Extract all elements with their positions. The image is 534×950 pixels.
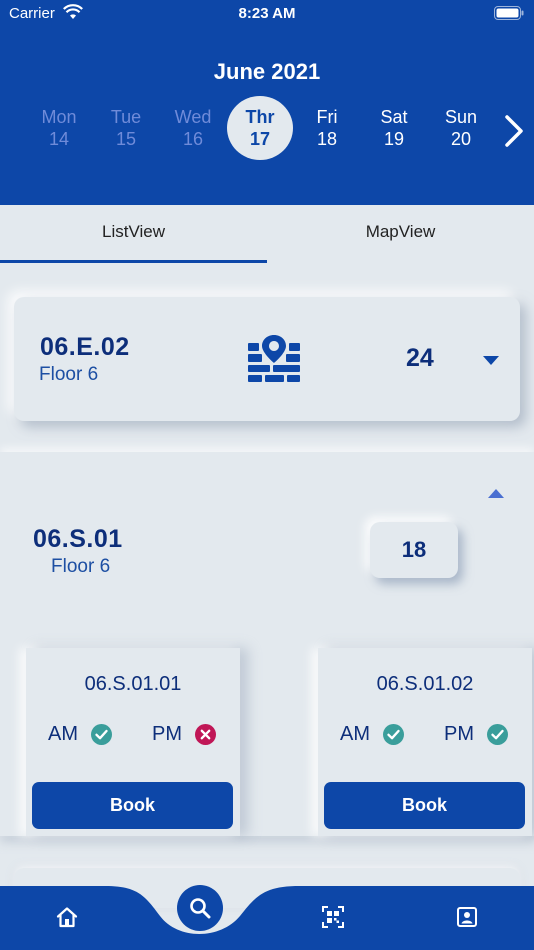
day-name: Tue <box>110 107 142 127</box>
day-date: 20 <box>450 129 472 149</box>
day-name: Mon <box>41 107 77 127</box>
desk-name: 06.S.01.01 <box>84 673 182 695</box>
desk-card: 06.S.01.02 AM PM Book <box>318 648 532 836</box>
day-name: Fri <box>316 107 338 127</box>
battery-icon <box>494 6 524 20</box>
home-icon[interactable] <box>56 906 78 928</box>
header: Carrier 8:23 AM June 2021 Mon 14 Tue 15 … <box>0 0 534 205</box>
day-date: 18 <box>316 129 338 149</box>
room-code: 06.S.01 <box>33 525 123 553</box>
book-button[interactable]: Book <box>32 782 233 829</box>
caret-down-icon[interactable] <box>482 354 500 366</box>
day-fri[interactable]: Fri 18 <box>294 96 360 160</box>
day-date: 16 <box>182 129 204 149</box>
day-date: 17 <box>249 129 271 149</box>
room-card[interactable]: 06.E.02 Floor 6 24 <box>14 297 520 421</box>
day-sat[interactable]: Sat 19 <box>361 96 427 160</box>
profile-icon[interactable] <box>456 906 478 928</box>
day-mon[interactable]: Mon 14 <box>26 96 92 160</box>
chevron-right-icon[interactable] <box>501 113 527 149</box>
tab-mapview[interactable]: MapView <box>267 205 534 263</box>
floor-plan-icon[interactable] <box>246 333 302 383</box>
day-name: Sat <box>380 107 408 127</box>
desk-card: 06.S.01.01 AM PM Book <box>26 648 240 836</box>
book-button[interactable]: Book <box>324 782 525 829</box>
room-desk-count: 18 <box>370 522 458 578</box>
view-tabs: ListView MapView <box>0 205 534 265</box>
desk-name: 06.S.01.02 <box>376 673 474 695</box>
nav-bar-background <box>0 886 534 950</box>
day-name: Wed <box>174 107 212 127</box>
day-date: 15 <box>115 129 137 149</box>
day-thu-selected[interactable]: Thr 17 <box>227 96 293 160</box>
x-circle-icon <box>195 724 216 745</box>
am-label: AM <box>340 723 370 745</box>
status-bar: Carrier 8:23 AM <box>0 0 534 28</box>
check-circle-icon <box>383 724 404 745</box>
check-circle-icon <box>487 724 508 745</box>
check-circle-icon <box>91 724 112 745</box>
day-name: Sun <box>444 107 478 127</box>
day-sun[interactable]: Sun 20 <box>428 96 494 160</box>
day-date: 19 <box>383 129 405 149</box>
room-floor: Floor 6 <box>39 364 99 385</box>
pm-label: PM <box>152 723 182 745</box>
bottom-nav <box>0 868 534 950</box>
day-wed[interactable]: Wed 16 <box>160 96 226 160</box>
room-floor: Floor 6 <box>51 556 111 577</box>
pm-label: PM <box>444 723 474 745</box>
search-fab[interactable] <box>177 885 223 931</box>
room-section-expanded: 06.S.01 Floor 6 18 06.S.01.01 AM PM Book… <box>0 452 534 836</box>
search-icon <box>190 898 211 919</box>
day-tue[interactable]: Tue 15 <box>93 96 159 160</box>
qr-code-icon[interactable] <box>322 906 344 928</box>
am-label: AM <box>48 723 78 745</box>
room-desk-count: 24 <box>406 344 434 372</box>
clock: 8:23 AM <box>238 5 296 22</box>
tab-listview[interactable]: ListView <box>0 205 267 263</box>
day-name: Thr <box>245 107 275 127</box>
month-title: June 2021 <box>213 59 321 84</box>
room-code: 06.E.02 <box>40 333 130 361</box>
day-date: 14 <box>48 129 70 149</box>
caret-up-icon[interactable] <box>487 488 505 500</box>
day-strip: Mon 14 Tue 15 Wed 16 Thr 17 Fri 18 Sat 1… <box>26 96 496 162</box>
